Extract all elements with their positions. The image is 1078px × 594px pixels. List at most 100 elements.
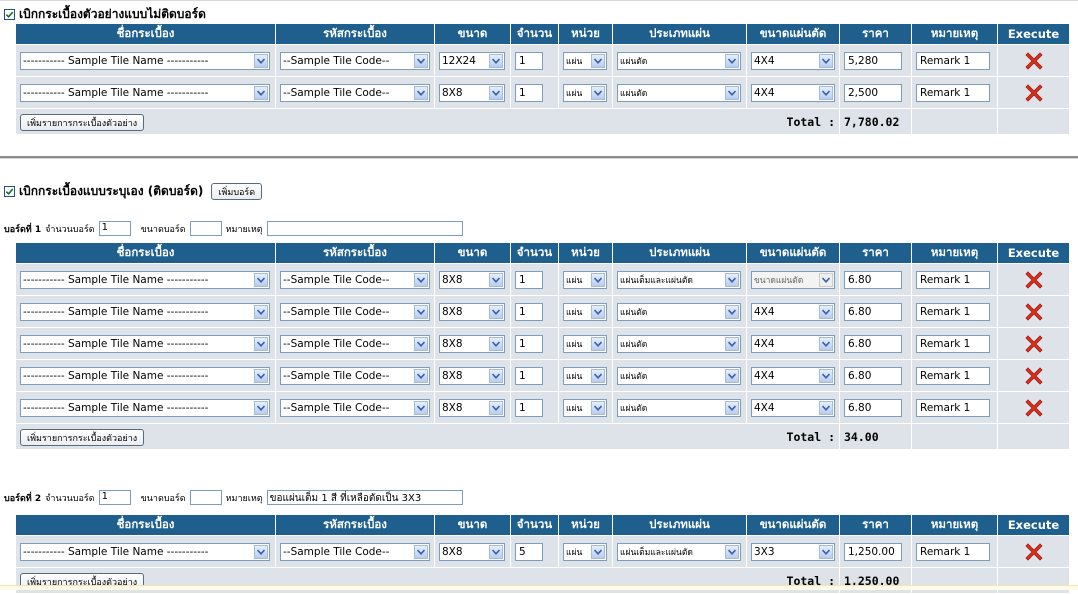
- cut-size-select[interactable]: 4X4: [751, 334, 835, 353]
- tile-code-select[interactable]: --Sample Tile Code--: [280, 334, 430, 353]
- quantity-input[interactable]: 1: [515, 366, 543, 385]
- column-header: หน่วย: [558, 242, 613, 264]
- remark-input[interactable]: Remark 1: [916, 366, 990, 385]
- cut-size-select[interactable]: ขนาดแผ่นตัด: [751, 270, 835, 289]
- tile-code-select[interactable]: --Sample Tile Code--: [280, 83, 430, 102]
- size-select[interactable]: 8X8: [439, 270, 505, 289]
- cut-size-select[interactable]: 4X4: [751, 51, 835, 70]
- dropdown-arrow-icon: [591, 336, 605, 351]
- size-select[interactable]: 8X8: [439, 366, 505, 385]
- tile-code-select[interactable]: --Sample Tile Code--: [280, 542, 430, 561]
- remark-input[interactable]: Remark 1: [916, 83, 990, 102]
- unit-select-value: แผ่น: [566, 339, 583, 350]
- tile-name-select[interactable]: ----------- Sample Tile Name -----------: [20, 83, 270, 102]
- tile-name-select[interactable]: ----------- Sample Tile Name -----------: [20, 302, 270, 321]
- delete-button[interactable]: [1002, 49, 1065, 73]
- price-input[interactable]: 1,250.00: [844, 542, 902, 561]
- sheet-type-select[interactable]: แผ่นตัด: [617, 334, 741, 353]
- unit-select[interactable]: แผ่น: [563, 83, 607, 102]
- quantity-input[interactable]: 5: [515, 542, 543, 561]
- remark-input[interactable]: Remark 1: [916, 270, 990, 289]
- tile-name-select[interactable]: ----------- Sample Tile Name -----------: [20, 334, 270, 353]
- cut-size-select-value: 4X4: [754, 337, 775, 350]
- delete-button[interactable]: [1002, 300, 1065, 324]
- unit-select[interactable]: แผ่น: [563, 366, 607, 385]
- sheet-type-select[interactable]: แผ่นตัด: [617, 398, 741, 417]
- quantity-input[interactable]: 1: [515, 302, 543, 321]
- add-sample-tile-button[interactable]: เพิ่มรายการกระเบื้องตัวอย่าง: [20, 114, 145, 131]
- delete-button[interactable]: [1002, 332, 1065, 356]
- unit-select[interactable]: แผ่น: [563, 302, 607, 321]
- size-select[interactable]: 8X8: [439, 542, 505, 561]
- sheet-type-select[interactable]: แผ่นตัด: [617, 51, 741, 70]
- tile-code-select[interactable]: --Sample Tile Code--: [280, 366, 430, 385]
- board1-count-input[interactable]: 1: [98, 221, 131, 236]
- cut-size-select[interactable]: 4X4: [751, 302, 835, 321]
- sheet-type-select[interactable]: แผ่นเต็มและแผ่นตัด: [617, 270, 741, 289]
- dropdown-arrow-icon: [254, 400, 268, 415]
- board1-size-input[interactable]: [189, 221, 222, 236]
- quantity-input[interactable]: 1: [515, 270, 543, 289]
- board2-remark-input[interactable]: ขอแผ่นเต็ม 1 สี ที่เหลือตัดเป็น 3X3: [266, 490, 463, 505]
- sheet-type-select[interactable]: แผ่นเต็มและแผ่นตัด: [617, 542, 741, 561]
- tile-code-select[interactable]: --Sample Tile Code--: [280, 270, 430, 289]
- table-row: ----------- Sample Tile Name -----------…: [15, 327, 1070, 360]
- unit-select[interactable]: แผ่น: [563, 51, 607, 70]
- size-select[interactable]: 12X24: [439, 51, 505, 70]
- cut-size-select[interactable]: 3X3: [751, 542, 835, 561]
- unit-select[interactable]: แผ่น: [563, 270, 607, 289]
- remark-input[interactable]: Remark 1: [916, 398, 990, 417]
- add-sample-tile-button[interactable]: เพิ่มรายการกระเบื้องตัวอย่าง: [20, 429, 145, 446]
- sheet-type-select[interactable]: แผ่นตัด: [617, 302, 741, 321]
- remark-input[interactable]: Remark 1: [916, 542, 990, 561]
- section1-checkbox[interactable]: [4, 9, 15, 20]
- price-input[interactable]: 5,280: [844, 51, 902, 70]
- price-input[interactable]: 2,500: [844, 83, 902, 102]
- sheet-type-select[interactable]: แผ่นตัด: [617, 83, 741, 102]
- remark-input[interactable]: Remark 1: [916, 302, 990, 321]
- cut-size-select[interactable]: 4X4: [751, 83, 835, 102]
- tile-code-select[interactable]: --Sample Tile Code--: [280, 51, 430, 70]
- cut-size-select-value: 4X4: [754, 401, 775, 414]
- section2-checkbox[interactable]: [4, 186, 15, 197]
- tile-code-select[interactable]: --Sample Tile Code--: [280, 398, 430, 417]
- remark-input[interactable]: Remark 1: [916, 51, 990, 70]
- tile-name-select[interactable]: ----------- Sample Tile Name -----------: [20, 270, 270, 289]
- delete-button[interactable]: [1002, 540, 1065, 564]
- remark-input[interactable]: Remark 1: [916, 334, 990, 353]
- board2-size-input[interactable]: [189, 490, 222, 505]
- size-select[interactable]: 8X8: [439, 334, 505, 353]
- delete-button[interactable]: [1002, 268, 1065, 292]
- tile-name-select[interactable]: ----------- Sample Tile Name -----------: [20, 366, 270, 385]
- unit-select[interactable]: แผ่น: [563, 334, 607, 353]
- quantity-input[interactable]: 1: [515, 51, 543, 70]
- delete-button[interactable]: [1002, 396, 1065, 420]
- board2-count-input[interactable]: 1: [98, 490, 131, 505]
- tile-code-select-value: --Sample Tile Code--: [283, 337, 390, 350]
- size-select[interactable]: 8X8: [439, 398, 505, 417]
- price-input[interactable]: 6.80: [844, 398, 902, 417]
- board1-remark-input[interactable]: [266, 221, 463, 236]
- cut-size-select[interactable]: 4X4: [751, 366, 835, 385]
- sheet-type-select[interactable]: แผ่นตัด: [617, 366, 741, 385]
- unit-select[interactable]: แผ่น: [563, 542, 607, 561]
- price-input[interactable]: 6.80: [844, 302, 902, 321]
- cut-size-select[interactable]: 4X4: [751, 398, 835, 417]
- size-select[interactable]: 8X8: [439, 83, 505, 102]
- quantity-input[interactable]: 1: [515, 398, 543, 417]
- delete-button[interactable]: [1002, 81, 1065, 105]
- price-input[interactable]: 6.80: [844, 366, 902, 385]
- tile-name-select[interactable]: ----------- Sample Tile Name -----------: [20, 398, 270, 417]
- dropdown-arrow-icon: [254, 272, 268, 287]
- price-input[interactable]: 6.80: [844, 270, 902, 289]
- price-input[interactable]: 6.80: [844, 334, 902, 353]
- size-select[interactable]: 8X8: [439, 302, 505, 321]
- tile-code-select[interactable]: --Sample Tile Code--: [280, 302, 430, 321]
- tile-name-select[interactable]: ----------- Sample Tile Name -----------: [20, 542, 270, 561]
- quantity-input[interactable]: 1: [515, 83, 543, 102]
- add-board-button[interactable]: เพิ่มบอร์ด: [211, 183, 263, 200]
- unit-select[interactable]: แผ่น: [563, 398, 607, 417]
- delete-button[interactable]: [1002, 364, 1065, 388]
- tile-name-select[interactable]: ----------- Sample Tile Name -----------: [20, 51, 270, 70]
- quantity-input[interactable]: 1: [515, 334, 543, 353]
